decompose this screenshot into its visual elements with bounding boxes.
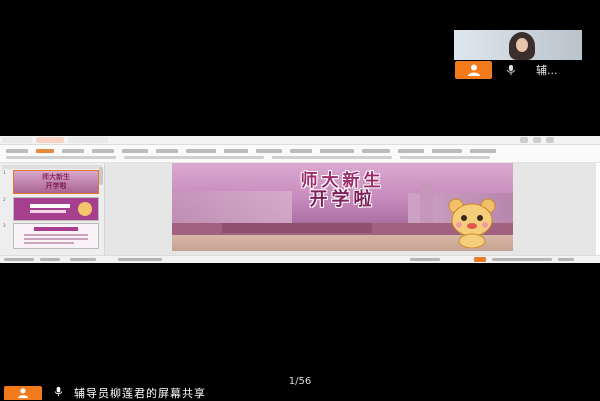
status-bar: [0, 255, 600, 263]
sharer-avatar-icon[interactable]: [4, 386, 42, 400]
thumb-number: 3: [3, 223, 6, 228]
ribbon-tab[interactable]: [432, 149, 462, 153]
thumb-text: [30, 210, 66, 213]
microphone-icon[interactable]: [53, 386, 64, 397]
ribbon-tab[interactable]: [290, 149, 312, 153]
ribbon-tab[interactable]: [122, 149, 148, 153]
thumb-text: [30, 204, 70, 208]
ribbon-tools[interactable]: [124, 156, 264, 159]
thumb-text: [24, 234, 88, 236]
ribbon-tab[interactable]: [92, 149, 114, 153]
maximize-button[interactable]: [533, 137, 541, 143]
user-icon: [467, 64, 480, 76]
slide-thumbnail-2[interactable]: [13, 197, 99, 221]
tab[interactable]: [68, 137, 108, 143]
ribbon-tab[interactable]: [362, 149, 390, 153]
screen-share-label: 辅导员柳莲君的屏幕共享: [74, 387, 206, 400]
participant-face: [516, 38, 528, 52]
pane-scrollbar[interactable]: [99, 167, 103, 185]
user-icon: [17, 388, 29, 399]
participant-avatar-icon[interactable]: [455, 61, 492, 79]
ribbon-tab[interactable]: [156, 149, 178, 153]
participant-name: 辅...: [536, 64, 558, 77]
ribbon-tools[interactable]: [400, 156, 490, 159]
notes-hint[interactable]: [118, 258, 162, 261]
thumb-text: [24, 242, 74, 244]
status-text: [70, 258, 96, 261]
ribbon-tab[interactable]: [470, 149, 496, 153]
slide-canvas[interactable]: 师大新生 开学啦: [105, 163, 596, 255]
ribbon-tab[interactable]: [224, 149, 248, 153]
thumb-number: 1: [3, 170, 6, 175]
view-controls[interactable]: [410, 258, 440, 261]
app-tab-bar: [0, 136, 600, 145]
pane-header: [2, 165, 102, 169]
zoom-slider[interactable]: [492, 258, 552, 261]
tab[interactable]: [2, 137, 32, 143]
ribbon-tab[interactable]: [256, 149, 282, 153]
ribbon-tools[interactable]: [272, 156, 392, 159]
ribbon-tab[interactable]: [186, 149, 216, 153]
cartoon-bear-icon: [448, 198, 496, 248]
ribbon-toolbar: [0, 145, 600, 163]
slide-thumbnail-1[interactable]: 师大新生 开学啦: [13, 170, 99, 194]
slide-thumbnail-3[interactable]: [13, 223, 99, 249]
ribbon-tab[interactable]: [398, 149, 424, 153]
slide-thumbnail-pane: 1 师大新生 开学啦 2 3: [0, 163, 105, 255]
zoom-level: [558, 258, 574, 261]
shared-screen: 1 师大新生 开学啦 2 3 师大新生 开学啦: [0, 136, 600, 263]
close-button[interactable]: [546, 137, 554, 143]
thumb-text: [24, 238, 88, 240]
ribbon-tab[interactable]: [62, 149, 84, 153]
ribbon-tools[interactable]: [6, 156, 116, 159]
current-slide[interactable]: 师大新生 开学啦: [172, 163, 513, 251]
play-button[interactable]: [474, 257, 486, 262]
campus-gate-sign: [222, 223, 372, 233]
ribbon-tab[interactable]: [6, 149, 28, 153]
thumb-number: 2: [3, 197, 6, 202]
status-text: [4, 258, 34, 261]
participant-video[interactable]: [454, 30, 582, 60]
ribbon-tab-active[interactable]: [36, 149, 54, 153]
ribbon-tab[interactable]: [320, 149, 354, 153]
status-text: [40, 258, 60, 261]
minimize-button[interactable]: [520, 137, 528, 143]
tab-active[interactable]: [36, 137, 64, 143]
thumb-title-line2: 开学啦: [45, 182, 67, 190]
thumb-bear-icon: [78, 202, 92, 216]
thumb-text: [34, 227, 78, 231]
microphone-icon[interactable]: [505, 64, 517, 76]
